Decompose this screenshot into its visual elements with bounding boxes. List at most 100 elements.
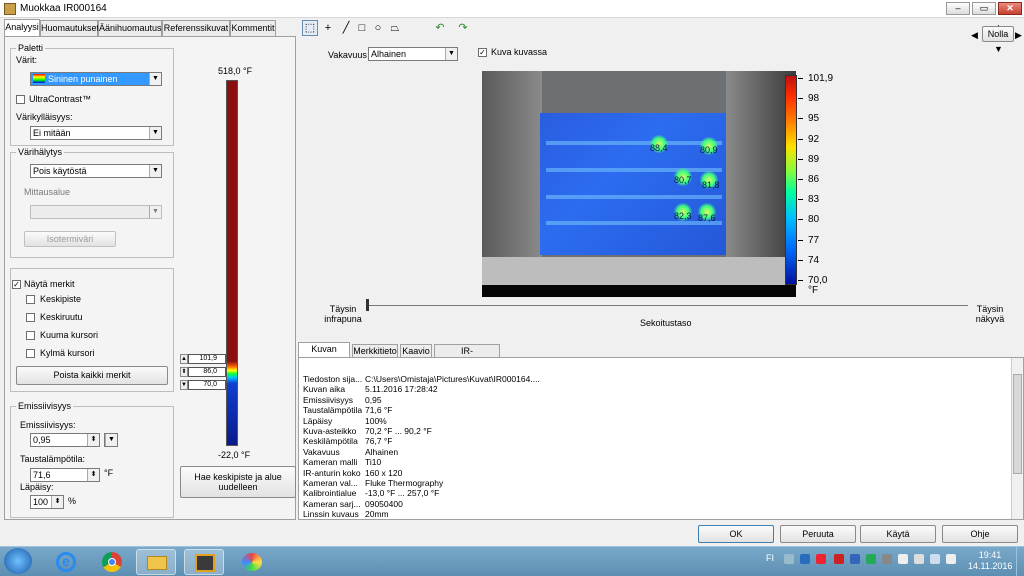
- emissivity-input[interactable]: 0,95 ⬍: [30, 433, 100, 447]
- marker-cold-cursor-checkbox[interactable]: [26, 349, 35, 358]
- info-value: 70,2 °F ... 90,2 °F: [365, 426, 432, 436]
- smartview-icon[interactable]: [184, 549, 224, 575]
- scale-bottom-label: -22,0 °F: [218, 450, 251, 460]
- maximize-button[interactable]: ▭: [972, 2, 996, 15]
- circle-icon[interactable]: ○: [370, 20, 386, 36]
- blend-slider-track[interactable]: [368, 305, 968, 306]
- marker-hot-cursor-checkbox[interactable]: [26, 331, 35, 340]
- scale-marker-high[interactable]: 101,9: [188, 354, 226, 364]
- temperature-scale-bar[interactable]: [226, 80, 238, 446]
- device-icon[interactable]: [882, 554, 892, 564]
- antivirus-icon[interactable]: [816, 554, 826, 564]
- color-alarm-value: Pois käytöstä: [33, 166, 87, 176]
- spinner-icon[interactable]: ⬍: [51, 496, 63, 508]
- tab-analyysi[interactable]: Analyysi: [4, 19, 40, 37]
- square-icon[interactable]: □: [354, 20, 370, 36]
- measurement-range-select[interactable]: ▼: [30, 205, 162, 219]
- info-key: Tiedoston sija...: [303, 374, 363, 384]
- clock[interactable]: 19:41 14.11.2016: [968, 550, 1012, 572]
- ok-button[interactable]: OK: [698, 525, 774, 543]
- language-indicator[interactable]: FI: [766, 553, 774, 563]
- arrow-down-icon[interactable]: ▼: [994, 44, 1003, 54]
- flag-icon[interactable]: [898, 554, 908, 564]
- info-scrollbar[interactable]: [1011, 358, 1023, 519]
- scale-down-arrow-icon[interactable]: ▼: [180, 380, 188, 390]
- background-temp-input[interactable]: 71,6 ⬍: [30, 468, 100, 482]
- nolla-button[interactable]: Nolla: [982, 26, 1014, 42]
- minimize-button[interactable]: –: [946, 2, 970, 15]
- blend-left-top: Täysin: [329, 304, 357, 314]
- tab-huomautukset[interactable]: Huomautukset: [40, 20, 99, 36]
- saturation-select[interactable]: Ei mitään ▼: [30, 126, 162, 140]
- thermal-overlay[interactable]: 88,4 80,9 80,7 81,8 82,3 87,6: [540, 113, 726, 255]
- tab-kaavio[interactable]: Kaavio: [400, 344, 432, 358]
- battery-icon[interactable]: [914, 554, 924, 564]
- hotspot-label: 81,8: [702, 180, 720, 190]
- transmission-value: 100: [33, 497, 49, 507]
- cancel-button[interactable]: Peruuta: [780, 525, 856, 543]
- arrow-left-icon[interactable]: ◀: [971, 30, 978, 41]
- line-icon[interactable]: ╱: [338, 20, 354, 36]
- tray-arrow-icon[interactable]: [784, 554, 794, 564]
- help-button[interactable]: Ohje: [942, 525, 1018, 543]
- emissivity-dropdown[interactable]: ▼: [104, 433, 118, 447]
- remove-all-markers-button[interactable]: Poista kaikki merkit: [16, 366, 168, 385]
- network-icon[interactable]: [930, 554, 940, 564]
- tab-referenssikuvat[interactable]: Referenssikuvat: [162, 20, 230, 36]
- color-alarm-select[interactable]: Pois käytöstä ▼: [30, 164, 162, 178]
- security-icon[interactable]: [866, 554, 876, 564]
- bluetooth-icon[interactable]: [800, 554, 810, 564]
- update-icon[interactable]: [850, 554, 860, 564]
- scale-marker-low[interactable]: 70,0: [188, 380, 226, 390]
- file-explorer-icon[interactable]: [136, 549, 176, 575]
- chrome-icon[interactable]: [92, 549, 132, 575]
- visible-image-bottom: [482, 285, 796, 297]
- emissivity-value: 0,95: [33, 435, 51, 445]
- isotherm-color-button[interactable]: Isotermiväri: [24, 231, 116, 247]
- palette-colors-select[interactable]: Sininen punainen ▼: [30, 72, 162, 86]
- arrow-right-icon[interactable]: ▶: [1015, 30, 1022, 41]
- marker-center-label: Keskipiste: [40, 294, 82, 304]
- scale-tick: [798, 98, 803, 100]
- tab-ir-photonotes[interactable]: IR-PhotoNotes™: [434, 344, 500, 369]
- crosshair-icon[interactable]: +: [320, 20, 336, 36]
- chevron-down-icon: ▼: [105, 434, 117, 446]
- close-button[interactable]: ✕: [998, 2, 1022, 15]
- show-desktop-button[interactable]: [1016, 546, 1024, 576]
- spinner-icon[interactable]: ⬍: [87, 469, 99, 481]
- rotate-left-icon[interactable]: ↶: [432, 20, 448, 36]
- paint-icon[interactable]: [232, 549, 272, 575]
- marker-center-checkbox[interactable]: [26, 295, 35, 304]
- scale-updown-arrow-icon[interactable]: ⬍: [180, 367, 188, 377]
- scale-marker-mid[interactable]: 86,0: [188, 367, 226, 377]
- vakavuus-select[interactable]: Alhainen ▼: [368, 47, 458, 61]
- ie-icon[interactable]: e: [46, 549, 86, 575]
- image-info-panel: Tiedoston sija... C:\Users\Omistaja\Pictu…: [298, 357, 1024, 520]
- transmission-input[interactable]: 100 ⬍: [30, 495, 64, 509]
- tab-merkkitieto[interactable]: Merkkitieto: [352, 344, 398, 358]
- scrollbar-thumb[interactable]: [1013, 374, 1022, 474]
- wire-highlight: [546, 221, 722, 225]
- spinner-icon[interactable]: ⬍: [87, 434, 99, 446]
- polygon-icon[interactable]: ⏢: [387, 20, 403, 36]
- blend-slider-handle[interactable]: [366, 299, 369, 311]
- info-key: Linssin kuvaus: [303, 509, 359, 520]
- rotate-right-icon[interactable]: ↷: [455, 20, 471, 36]
- reset-center-range-button[interactable]: Hae keskipiste ja alue uudelleen: [180, 466, 296, 498]
- picture-in-picture-label: Kuva kuvassa: [491, 47, 548, 57]
- tab-kuvan-tiedot[interactable]: Kuvan tiedot: [298, 342, 350, 367]
- show-markers-checkbox[interactable]: ✓: [12, 280, 21, 289]
- tab-aanihuomautus[interactable]: Äänihuomautus: [98, 20, 162, 36]
- flash-icon[interactable]: [834, 554, 844, 564]
- ultracontrast-checkbox[interactable]: [16, 95, 25, 104]
- apply-button[interactable]: Käytä: [860, 525, 936, 543]
- vakavuus-label: Vakavuus: [328, 50, 367, 60]
- volume-icon[interactable]: [946, 554, 956, 564]
- start-button-icon[interactable]: [4, 548, 32, 574]
- tab-kommentit[interactable]: Kommentit: [230, 20, 276, 36]
- scale-up-arrow-icon[interactable]: ▲: [180, 354, 188, 364]
- marker-center-box-checkbox[interactable]: [26, 313, 35, 322]
- picture-in-picture-checkbox[interactable]: ✓: [478, 48, 487, 57]
- blend-right-top: Täysin: [976, 304, 1004, 314]
- marquee-icon[interactable]: ⬚: [302, 20, 318, 36]
